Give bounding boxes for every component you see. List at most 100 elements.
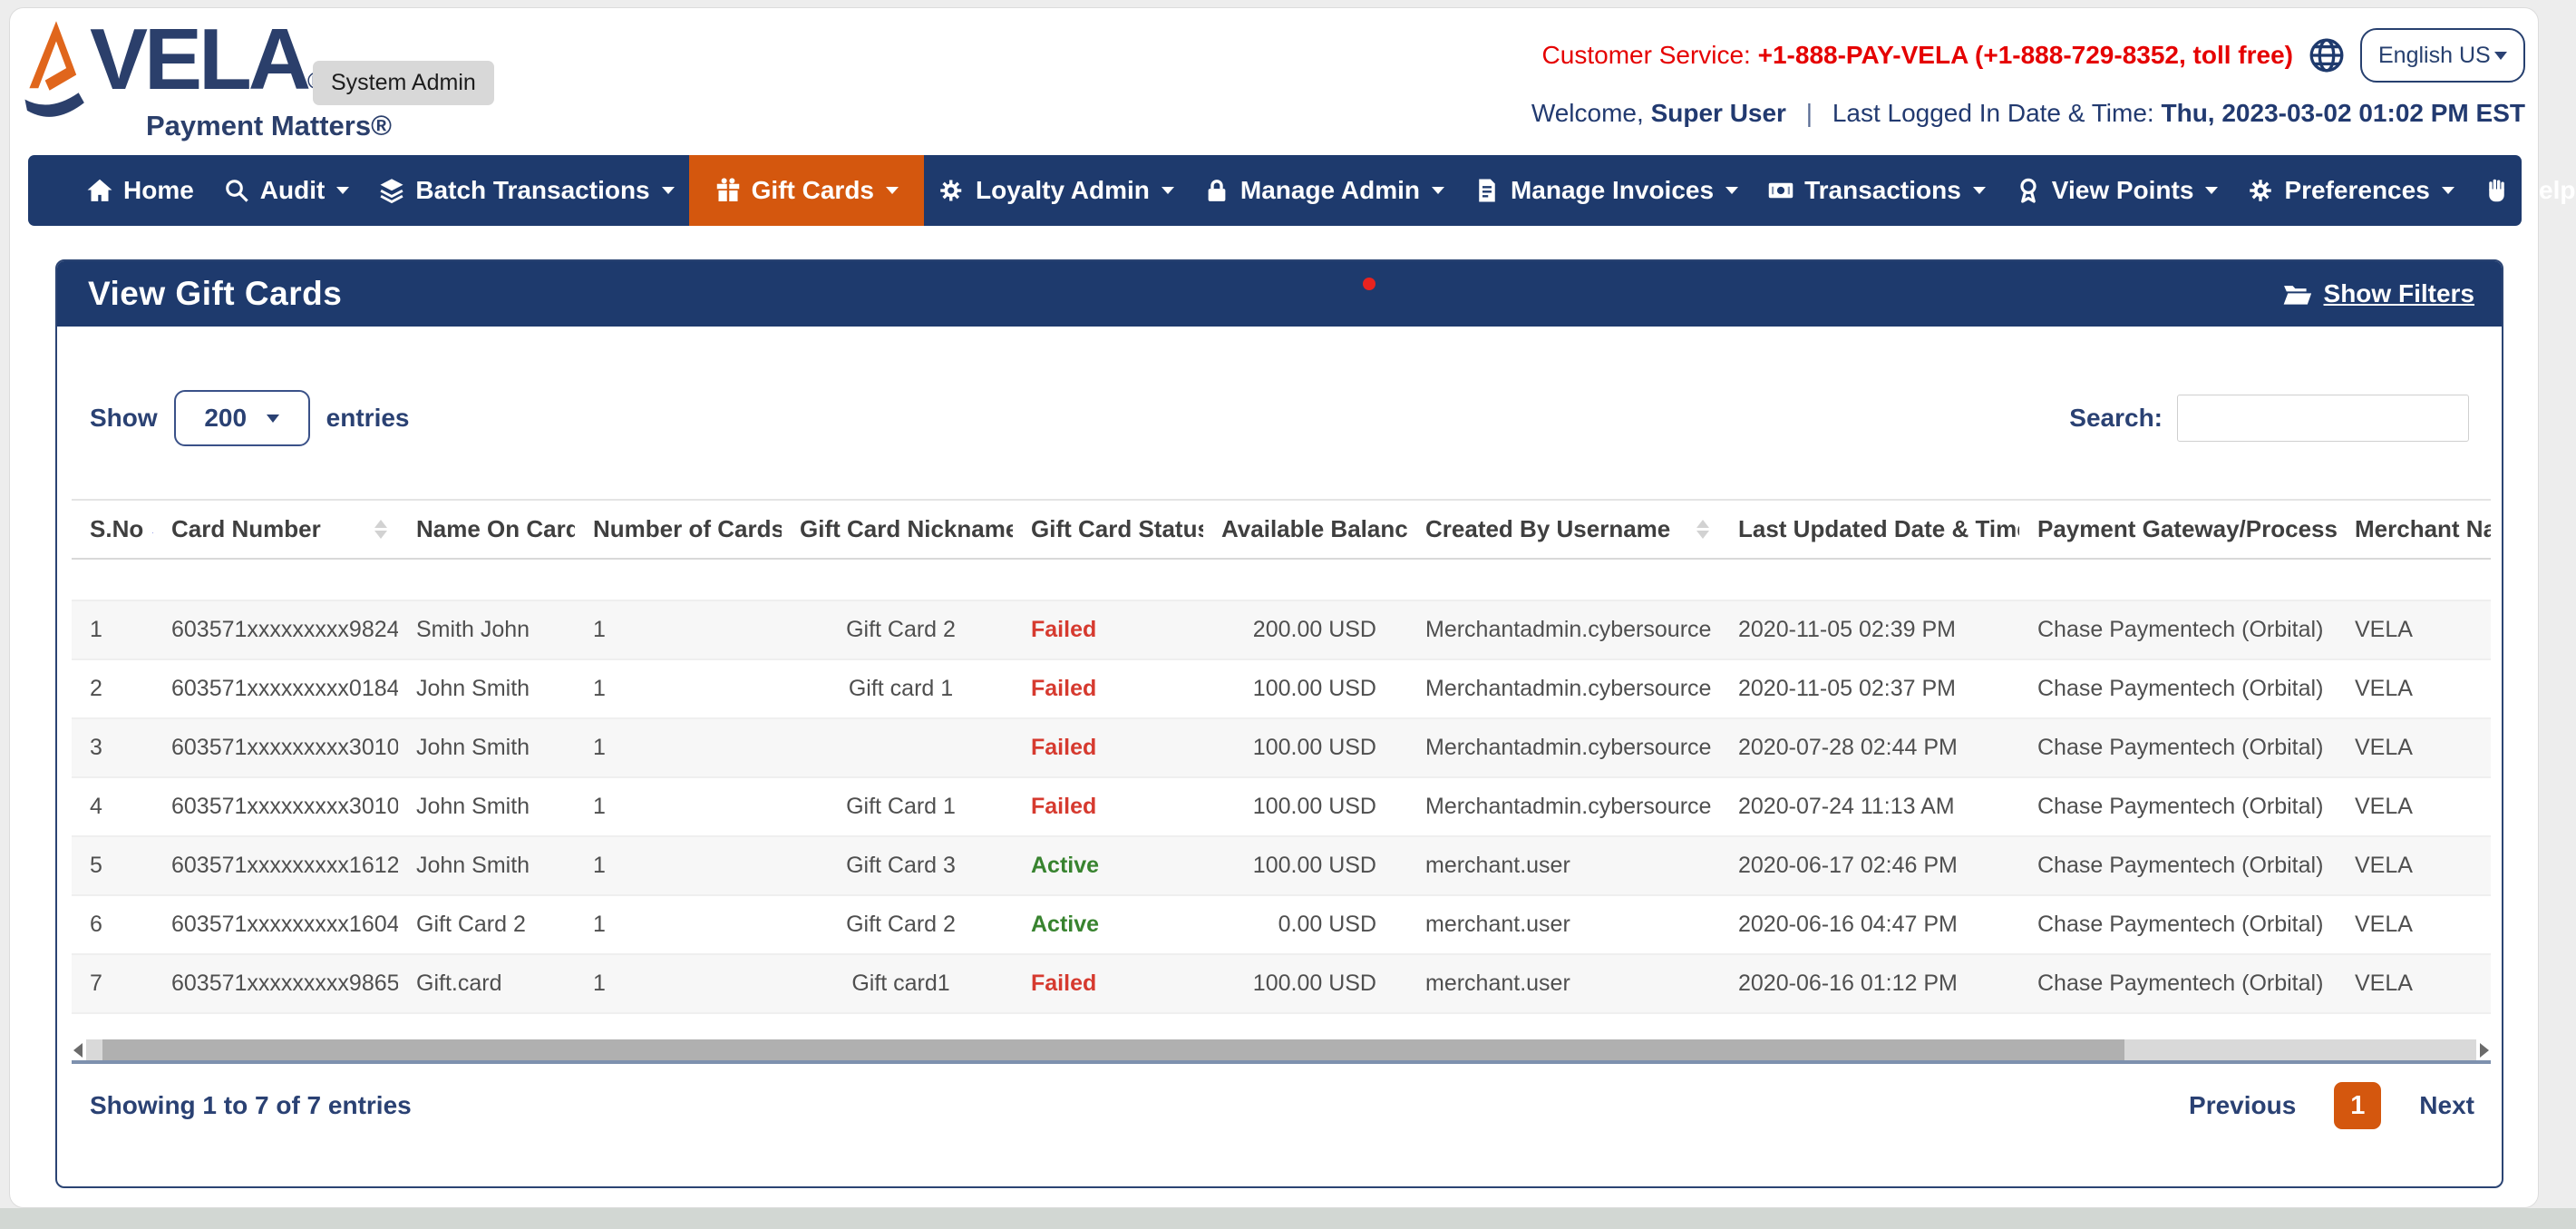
cell-status: Failed — [1013, 777, 1203, 836]
nav-item-transactions[interactable]: Transactions — [1753, 155, 2000, 226]
nav-item-gift-cards[interactable]: Gift Cards — [689, 155, 924, 226]
cell-gateway: Chase Paymentech (Orbital) — [2019, 777, 2337, 836]
search-label: Search: — [2069, 404, 2163, 433]
column-header-payment-gateway-processor[interactable]: Payment Gateway/Processor — [2019, 501, 2337, 559]
gift-cards-table: S.No Card Number Name On Card — [72, 501, 2491, 1014]
show-filters-label: Show Filters — [2324, 279, 2474, 308]
customer-service-label: Customer Service: — [1542, 41, 1751, 69]
batch-layers-icon — [378, 177, 405, 204]
cell-nickname: Gift Card 2 — [782, 600, 1013, 659]
cell-balance: 100.00 USD — [1203, 954, 1407, 1013]
column-header-gift-card-nickname[interactable]: Gift Card Nickname — [782, 501, 1013, 559]
welcome-bar: Welcome, Super User | Last Logged In Dat… — [1531, 99, 2525, 128]
scroll-left-arrow-icon[interactable] — [73, 1043, 83, 1058]
table-row: 3 603571xxxxxxxxx3010 John Smith 1 Faile… — [72, 718, 2491, 777]
cogs-icon — [938, 177, 966, 204]
table-header-row: S.No Card Number Name On Card — [72, 501, 2491, 559]
sort-arrows-icon — [374, 520, 387, 539]
scrollbar-track[interactable] — [86, 1039, 2476, 1060]
cell-merchant: VELA — [2337, 659, 2491, 718]
customer-service-line: Customer Service: +1-888-PAY-VELA (+1-88… — [1542, 41, 2293, 70]
column-header-name-on-card[interactable]: Name On Card — [398, 501, 575, 559]
show-label: Show — [90, 404, 158, 433]
column-header-number-of-cards-[interactable]: Number of Cards? — [575, 501, 782, 559]
gift-cards-table-wrap: S.No Card Number Name On Card — [72, 499, 2491, 1034]
sort-arrows-icon — [1696, 520, 1709, 539]
cell-merchant: VELA — [2337, 777, 2491, 836]
chevron-down-icon — [267, 415, 279, 423]
cell-created-by: Merchantadmin.cybersource — [1407, 777, 1720, 836]
cell-gateway: Chase Paymentech (Orbital) — [2019, 836, 2337, 895]
welcome-label: Welcome, — [1531, 99, 1644, 127]
cell-created-by: Merchantadmin.cybersource — [1407, 718, 1720, 777]
home-icon — [86, 177, 113, 204]
cell-created-by: Merchantadmin.cybersource — [1407, 659, 1720, 718]
column-header-available-balance[interactable]: Available Balance — [1203, 501, 1407, 559]
nav-item-help[interactable]: Help — [2469, 155, 2576, 226]
cell-last-updated: 2020-11-05 02:39 PM — [1720, 600, 2019, 659]
folder-open-icon — [2282, 280, 2313, 307]
pagination-previous[interactable]: Previous — [2189, 1091, 2296, 1120]
cell-created-by: merchant.user — [1407, 836, 1720, 895]
cell-last-updated: 2020-07-24 11:13 AM — [1720, 777, 2019, 836]
cell-balance: 100.00 USD — [1203, 836, 1407, 895]
vela-triangle-logo-icon — [23, 17, 90, 128]
entries-per-page-select[interactable]: 200 — [174, 390, 310, 446]
brand-tagline: Payment Matters® — [146, 110, 392, 142]
cell-number-of-cards: 1 — [575, 836, 782, 895]
nav-item-loyalty-admin[interactable]: Loyalty Admin — [924, 155, 1189, 226]
search-input[interactable] — [2177, 395, 2469, 442]
cell-merchant: VELA — [2337, 836, 2491, 895]
nav-item-manage-invoices[interactable]: Manage Invoices — [1459, 155, 1753, 226]
language-select[interactable]: English US — [2360, 28, 2525, 83]
nav-item-audit[interactable]: Audit — [209, 155, 365, 226]
column-header-gift-card-status[interactable]: Gift Card Status — [1013, 501, 1203, 559]
nav-item-manage-admin[interactable]: Manage Admin — [1189, 155, 1459, 226]
cell-name-on-card: John Smith — [398, 659, 575, 718]
cell-last-updated: 2020-07-28 02:44 PM — [1720, 718, 2019, 777]
cell-card-number: 603571xxxxxxxxx3010 — [153, 718, 398, 777]
entries-label: entries — [326, 404, 410, 433]
username: Super User — [1651, 99, 1786, 127]
nav-item-view-points[interactable]: View Points — [2000, 155, 2233, 226]
cell-number-of-cards: 1 — [575, 718, 782, 777]
scroll-right-arrow-icon[interactable] — [2480, 1043, 2489, 1058]
cell-created-by: merchant.user — [1407, 954, 1720, 1013]
cell-merchant: VELA — [2337, 718, 2491, 777]
entries-value: 200 — [204, 404, 247, 433]
scrollbar-thumb[interactable] — [102, 1039, 2124, 1060]
show-filters-link[interactable]: Show Filters — [2282, 279, 2474, 308]
cell-last-updated: 2020-06-17 02:46 PM — [1720, 836, 2019, 895]
nav-item-batch-transactions[interactable]: Batch Transactions — [364, 155, 688, 226]
nav-item-preferences[interactable]: Preferences — [2232, 155, 2468, 226]
column-header-card-number[interactable]: Card Number — [153, 501, 398, 559]
pagination-next[interactable]: Next — [2419, 1091, 2474, 1120]
cell-nickname: Gift Card 1 — [782, 777, 1013, 836]
cell-name-on-card: John Smith — [398, 777, 575, 836]
cell-nickname: Gift card 1 — [782, 659, 1013, 718]
cell-nickname: Gift card1 — [782, 954, 1013, 1013]
column-header-last-updated-date-time[interactable]: Last Updated Date & Time — [1720, 501, 2019, 559]
cell-name-on-card: Gift.card — [398, 954, 575, 1013]
pagination-page-1[interactable]: 1 — [2334, 1082, 2381, 1129]
nav-item-home[interactable]: Home — [72, 155, 209, 226]
page-title: View Gift Cards — [88, 275, 342, 313]
column-header-s-no[interactable]: S.No — [72, 501, 153, 559]
last-login-label: Last Logged In Date & Time: — [1832, 99, 2154, 127]
globe-icon — [2308, 36, 2346, 74]
cell-status: Failed — [1013, 659, 1203, 718]
cell-last-updated: 2020-06-16 04:47 PM — [1720, 895, 2019, 954]
table-row: 6 603571xxxxxxxxx1604 Gift Card 2 1 Gift… — [72, 895, 2491, 954]
column-header-merchant-name[interactable]: Merchant Name — [2337, 501, 2491, 559]
cell-status: Active — [1013, 836, 1203, 895]
cell-balance: 100.00 USD — [1203, 777, 1407, 836]
view-gift-cards-panel: View Gift Cards Show Filters Show 200 en… — [55, 259, 2503, 1188]
cell-gateway: Chase Paymentech (Orbital) — [2019, 659, 2337, 718]
cell-status: Failed — [1013, 718, 1203, 777]
cell-number-of-cards: 1 — [575, 895, 782, 954]
column-header-created-by-username[interactable]: Created By Username — [1407, 501, 1720, 559]
caret-down-icon — [1432, 187, 1444, 194]
cell-sno: 1 — [72, 600, 153, 659]
cell-nickname — [782, 718, 1013, 777]
gift-icon — [714, 177, 742, 204]
